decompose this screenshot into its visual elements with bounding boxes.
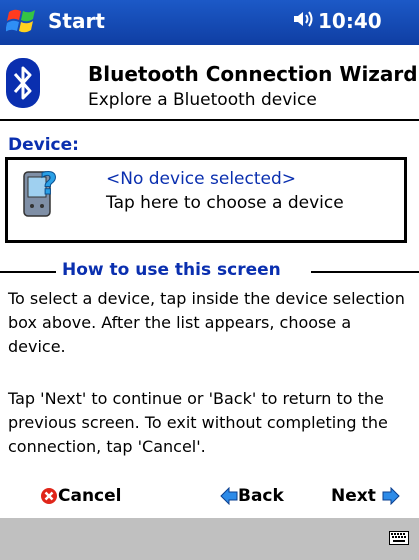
cancel-label: Cancel [58, 486, 122, 506]
keyboard-icon[interactable] [389, 531, 409, 545]
clock[interactable]: 10:40 [318, 9, 382, 33]
wizard-button-bar: Cancel Back Next [0, 478, 419, 518]
howto-divider-right [311, 271, 419, 273]
device-question-icon: ? [23, 167, 58, 217]
next-arrow-icon [382, 487, 400, 505]
device-hint: Tap here to choose a device [106, 193, 344, 213]
device-name: <No device selected> [106, 169, 297, 189]
back-button[interactable]: Back [220, 486, 284, 506]
bluetooth-icon [6, 58, 40, 108]
wizard-subtitle: Explore a Bluetooth device [88, 90, 317, 110]
next-button[interactable]: Next [331, 486, 400, 506]
device-label: Device: [8, 135, 79, 155]
svg-text:?: ? [40, 167, 57, 202]
header-divider [0, 119, 419, 121]
windows-start-logo-icon[interactable] [6, 5, 40, 39]
cancel-icon [41, 488, 57, 504]
howto-divider-left [0, 271, 56, 273]
start-label[interactable]: Start [48, 9, 105, 33]
next-label: Next [331, 486, 376, 506]
howto-paragraph-2: Tap 'Next' to continue or 'Back' to retu… [8, 389, 388, 456]
device-selection-box[interactable]: ? <No device selected> Tap here to choos… [5, 157, 407, 243]
cancel-button[interactable]: Cancel [40, 486, 121, 506]
back-arrow-icon [220, 487, 238, 505]
back-label: Back [238, 486, 284, 506]
howto-title: How to use this screen [62, 260, 281, 280]
howto-paragraph-1: To select a device, tap inside the devic… [8, 289, 405, 356]
title-bar: Start 10:40 [0, 0, 419, 45]
speaker-icon[interactable] [292, 9, 314, 34]
menu-bar [0, 518, 419, 560]
wizard-title: Bluetooth Connection Wizard [88, 62, 418, 86]
